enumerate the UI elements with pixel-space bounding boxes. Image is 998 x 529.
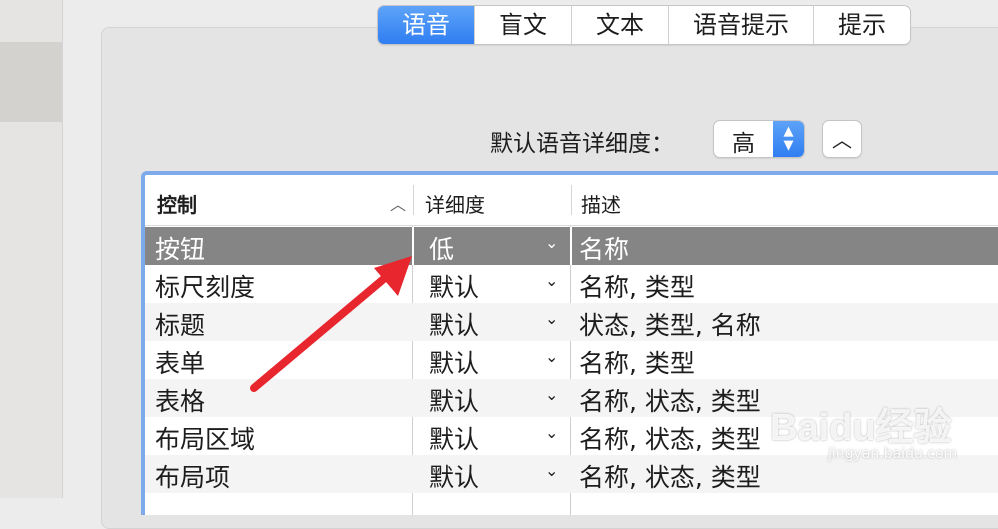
chevron-down-icon[interactable]: ⌄ <box>545 233 558 252</box>
cell-control: 布局项 <box>155 463 231 492</box>
verbosity-value: 高 <box>732 131 755 157</box>
table-row[interactable]: 表单 默认 ⌄ 名称, 类型 <box>145 341 998 379</box>
chevron-down-icon[interactable]: ⌄ <box>545 309 558 328</box>
chevron-down-icon[interactable]: ⌄ <box>545 385 558 404</box>
cell-description: 名称, 状态, 类型 <box>579 387 761 416</box>
header-description[interactable]: 描述 <box>581 189 621 218</box>
verbosity-table[interactable]: 控制 ︿ 详细度 描述 按钮 低 ⌄ 名称 标尺刻度 默认 ⌄ 名称, 类型 标… <box>141 171 998 515</box>
sidebar <box>0 0 63 498</box>
watermark-url: jingyan.baidu.com <box>828 446 958 462</box>
level-popup[interactable]: 默认 <box>429 268 479 304</box>
cell-divider <box>570 227 572 265</box>
chevron-down-icon[interactable]: ⌄ <box>545 461 558 480</box>
collapse-button[interactable]: ︿ <box>822 120 862 158</box>
tab-braille[interactable]: 盲文 <box>474 6 571 44</box>
level-popup[interactable]: 默认 <box>429 306 479 342</box>
baidu-watermark: Baidu经验 jingyan.baidu.com <box>770 396 957 462</box>
chevron-down-icon[interactable]: ⌄ <box>545 347 558 366</box>
chevron-down-icon[interactable]: ⌄ <box>545 423 558 442</box>
cell-control: 表单 <box>155 349 206 378</box>
header-control[interactable]: 控制 <box>157 189 197 218</box>
level-popup[interactable]: 默认 <box>429 382 479 418</box>
table-row[interactable]: 标题 默认 ⌄ 状态, 类型, 名称 <box>145 303 998 341</box>
cell-control: 标题 <box>155 311 206 340</box>
level-popup[interactable]: 默认 <box>429 344 479 380</box>
verbosity-label: 默认语音详细度： <box>490 131 674 157</box>
cell-control: 按钮 <box>155 235 206 264</box>
cell-divider <box>412 227 414 265</box>
tab-speech[interactable]: 语音 <box>378 6 474 44</box>
tab-hints[interactable]: 提示 <box>813 6 910 44</box>
sidebar-selected-item[interactable] <box>0 42 62 122</box>
sort-ascending-icon: ︿ <box>390 195 407 214</box>
cell-control: 标尺刻度 <box>155 273 256 302</box>
select-stepper-icon: ▲ ▼ <box>773 121 804 157</box>
table-row[interactable]: 按钮 低 ⌄ 名称 <box>145 227 998 265</box>
tab-announcements[interactable]: 语音提示 <box>668 6 813 44</box>
level-popup[interactable]: 默认 <box>429 420 479 456</box>
cell-description: 名称, 状态, 类型 <box>579 425 761 454</box>
cell-description: 名称, 状态, 类型 <box>579 463 761 492</box>
header-level[interactable]: 详细度 <box>425 189 485 218</box>
tab-text[interactable]: 文本 <box>571 6 668 44</box>
table-row[interactable]: 标尺刻度 默认 ⌄ 名称, 类型 <box>145 265 998 303</box>
cell-description: 状态, 类型, 名称 <box>579 311 761 340</box>
tab-bar: 语音 盲文 文本 语音提示 提示 <box>377 5 911 45</box>
column-divider[interactable] <box>413 185 414 215</box>
cell-description: 名称, 类型 <box>579 273 695 302</box>
cell-control: 布局区域 <box>155 425 256 454</box>
table-header: 控制 ︿ 详细度 描述 <box>145 175 998 226</box>
cell-control: 表格 <box>155 387 206 416</box>
column-divider[interactable] <box>571 185 572 215</box>
level-popup[interactable]: 默认 <box>429 458 479 494</box>
cell-description: 名称 <box>579 235 630 264</box>
level-popup[interactable]: 低 <box>429 230 454 266</box>
chevron-down-icon[interactable]: ⌄ <box>545 271 558 290</box>
verbosity-select[interactable]: 高 ▲ ▼ <box>713 120 805 158</box>
watermark-logo: Baidu经验 <box>770 407 952 449</box>
cell-description: 名称, 类型 <box>579 349 695 378</box>
chevron-up-icon: ︿ <box>832 128 852 152</box>
